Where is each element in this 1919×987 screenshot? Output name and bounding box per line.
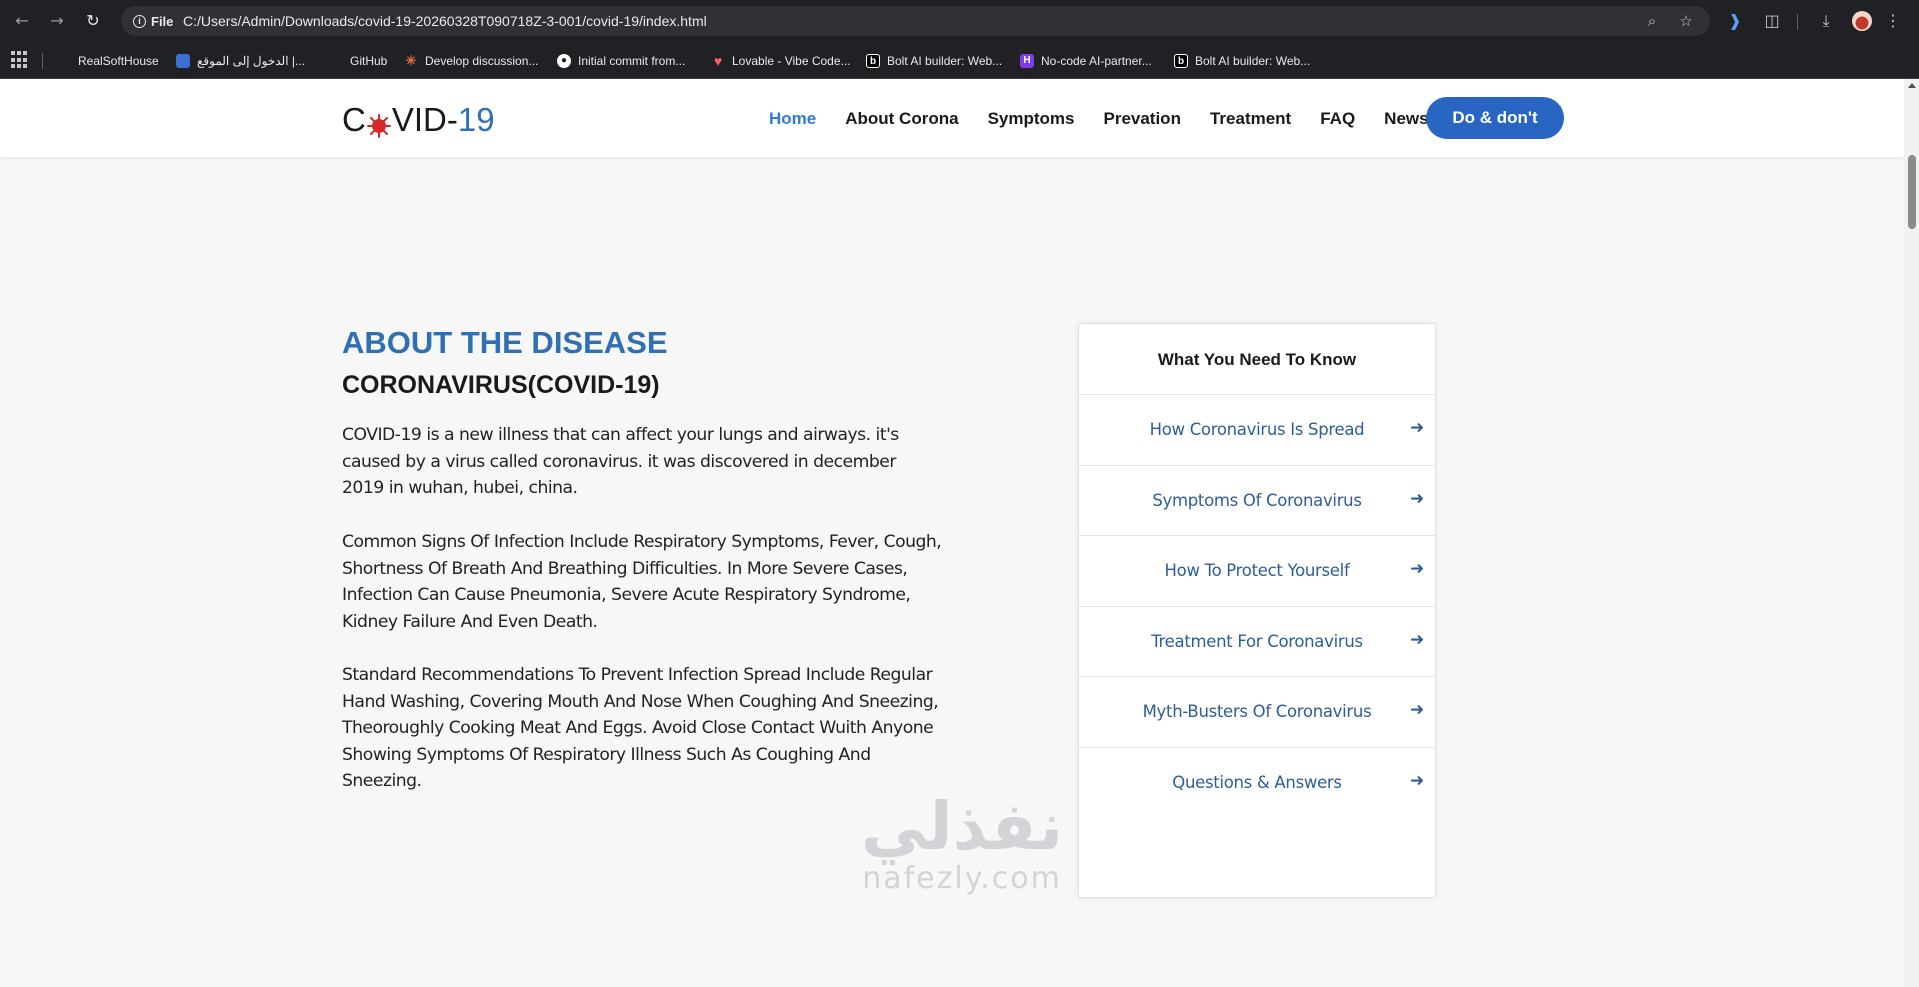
forward-arrow-icon[interactable]: → — [46, 10, 68, 32]
bookmarks-bar: RealSoftHouse الدخول إلى الموقع |... Git… — [0, 42, 1919, 79]
watermark-arabic: نفذلي — [861, 788, 1063, 865]
section-title: CORONAVIRUS(COVID-19) — [342, 371, 660, 399]
know-link-label: Myth-Busters Of Coronavirus — [1142, 702, 1372, 722]
nav-prevation[interactable]: Prevation — [1103, 109, 1180, 129]
section-kicker: ABOUT THE DISEASE — [342, 325, 668, 360]
site-header: C VID- 19 Home About Corona Symptoms Pre… — [0, 79, 1904, 157]
bolt-favicon-icon: b — [1174, 54, 1188, 68]
logo-letter: C — [342, 101, 366, 138]
nav-home[interactable]: Home — [769, 109, 816, 129]
bookmark-item[interactable]: ● Initial commit from... — [557, 51, 685, 71]
know-link-label: How To Protect Yourself — [1164, 561, 1350, 581]
lovable-heart-icon: ♥ — [713, 53, 723, 69]
bookmark-favicon-icon — [176, 54, 190, 68]
what-you-need-to-know-card: What You Need To Know How Coronavirus Is… — [1078, 323, 1436, 898]
browser-toolbar: ← → ↻ i File C:/Users/Admin/Downloads/co… — [0, 0, 1919, 42]
know-link-myths[interactable]: Myth-Busters Of Coronavirus ➜ — [1079, 677, 1435, 748]
bookmark-item[interactable]: ✳ Develop discussion... — [404, 51, 539, 71]
back-arrow-icon[interactable]: ← — [11, 10, 33, 32]
scroll-up-icon[interactable] — [1908, 83, 1916, 88]
nav-news[interactable]: News — [1384, 109, 1428, 129]
site-info-label: File — [151, 13, 174, 29]
bookmark-item[interactable]: RealSoftHouse — [57, 51, 159, 71]
scrollbar-thumb[interactable] — [1908, 155, 1916, 229]
bookmark-label: Bolt AI builder: Web... — [1195, 54, 1311, 68]
know-link-treatment[interactable]: Treatment For Coronavirus ➜ — [1079, 607, 1435, 678]
bookmark-label: Lovable - Vibe Code... — [732, 54, 851, 68]
card-heading: What You Need To Know — [1079, 324, 1435, 395]
virus-icon — [366, 108, 391, 138]
develop-favicon-icon: ✳ — [405, 53, 417, 68]
arrow-right-icon: ➜ — [1410, 770, 1424, 791]
arrow-right-icon: ➜ — [1410, 488, 1424, 509]
bookmark-item[interactable]: b Bolt AI builder: Web... — [866, 51, 1002, 71]
know-link-label: Questions & Answers — [1172, 772, 1342, 792]
bookmark-favicon-icon — [329, 54, 343, 68]
bookmark-label: RealSoftHouse — [78, 54, 159, 68]
bookmark-item[interactable]: الدخول إلى الموقع |... — [176, 51, 305, 71]
know-link-label: Symptoms Of Coronavirus — [1152, 490, 1362, 510]
main-nav: Home About Corona Symptoms Prevation Tre… — [769, 109, 1429, 129]
nocode-favicon-icon: H — [1020, 54, 1034, 68]
info-icon: i — [133, 14, 146, 28]
bookmark-label: الدخول إلى الموقع |... — [197, 54, 305, 68]
bookmark-item[interactable]: H No-code AI-partner... — [1020, 51, 1152, 71]
bookmark-label: GitHub — [350, 54, 388, 68]
nav-symptoms[interactable]: Symptoms — [988, 109, 1075, 129]
page-scrollbar[interactable] — [1904, 79, 1919, 987]
reload-icon[interactable]: ↻ — [82, 10, 104, 32]
bookmark-item[interactable]: b Bolt AI builder: Web... — [1174, 51, 1310, 71]
menu-icon[interactable]: ⋮ — [1882, 10, 1904, 32]
star-icon[interactable]: ☆ — [1677, 12, 1695, 30]
nav-treatment[interactable]: Treatment — [1210, 109, 1291, 129]
address-bar[interactable]: i File C:/Users/Admin/Downloads/covid-19… — [121, 6, 1710, 36]
site-info-chip[interactable]: i File — [129, 11, 179, 31]
know-link-qa[interactable]: Questions & Answers ➜ — [1079, 748, 1435, 819]
github-icon: ● — [557, 54, 571, 68]
apps-grid-icon[interactable] — [11, 51, 29, 69]
zoom-icon[interactable]: ⌕ — [1643, 12, 1661, 30]
bookmark-item[interactable]: GitHub — [329, 51, 387, 71]
about-paragraph-intro: COVID-19 is a new illness that can affec… — [342, 425, 899, 498]
know-link-protect[interactable]: How To Protect Yourself ➜ — [1079, 536, 1435, 607]
url-text[interactable]: C:/Users/Admin/Downloads/covid-19-202603… — [183, 13, 707, 29]
nav-about-corona[interactable]: About Corona — [845, 109, 958, 129]
bookmark-label: No-code AI-partner... — [1041, 54, 1152, 68]
know-link-symptoms[interactable]: Symptoms Of Coronavirus ➜ — [1079, 466, 1435, 537]
arrow-right-icon: ➜ — [1410, 700, 1424, 721]
nav-faq[interactable]: FAQ — [1320, 109, 1355, 129]
page-viewport: C VID- 19 Home About Corona Symptoms Pre… — [0, 79, 1904, 987]
logo-text: VID- — [391, 101, 458, 138]
arrow-right-icon: ➜ — [1410, 629, 1424, 650]
watermark-latin: nafezly.com — [862, 861, 1062, 896]
puzzle-icon[interactable]: ◫ — [1761, 10, 1783, 32]
site-logo[interactable]: C VID- 19 — [342, 101, 495, 139]
bookmarks-divider — [42, 53, 43, 69]
bookmark-label: Develop discussion... — [425, 54, 539, 68]
about-paragraph-prevention: Standard Recommendations To Prevent Infe… — [342, 665, 939, 791]
download-icon[interactable]: ⤓ — [1815, 10, 1837, 32]
watermark: نفذلي nafezly.com — [852, 792, 1072, 896]
arrow-right-icon: ➜ — [1410, 559, 1424, 580]
bookmark-item[interactable]: ♥ Lovable - Vibe Code... — [711, 51, 851, 71]
know-link-spread[interactable]: How Coronavirus Is Spread ➜ — [1079, 395, 1435, 466]
extension-icon[interactable]: ❱ — [1724, 10, 1746, 32]
bookmark-favicon-icon — [57, 54, 71, 68]
about-paragraph-signs: Common Signs Of Infection Include Respir… — [342, 532, 942, 632]
logo-number: 19 — [457, 101, 495, 138]
bookmark-label: Initial commit from... — [578, 54, 686, 68]
bookmark-label: Bolt AI builder: Web... — [887, 54, 1003, 68]
arrow-right-icon: ➜ — [1410, 418, 1424, 438]
profile-avatar[interactable] — [1852, 11, 1872, 31]
toolbar-divider — [1797, 14, 1798, 30]
bolt-favicon-icon: b — [866, 54, 880, 68]
know-link-label: How Coronavirus Is Spread — [1149, 420, 1365, 439]
do-and-dont-button[interactable]: Do & don't — [1426, 97, 1564, 139]
know-link-label: Treatment For Coronavirus — [1151, 631, 1363, 651]
